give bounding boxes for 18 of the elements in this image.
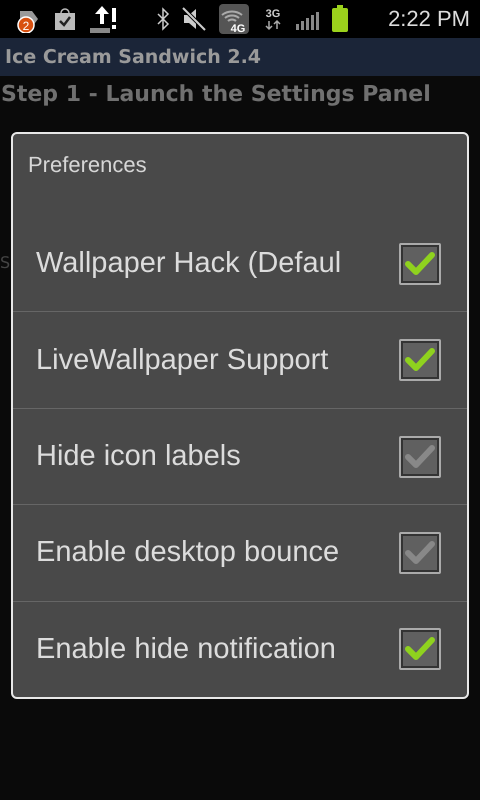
battery-icon	[331, 5, 349, 33]
app-title: Ice Cream Sandwich 2.4	[5, 46, 262, 68]
checkbox[interactable]	[399, 242, 441, 285]
checkbox[interactable]	[399, 628, 441, 670]
step-heading: Step 1 - Launch the Settings Panel	[0, 81, 432, 109]
wifi-4g-icon: 4G	[218, 3, 250, 35]
preference-label: Wallpaper Hack (Defaul	[36, 247, 342, 280]
muted-speaker-icon	[181, 6, 207, 32]
partial-text: S	[0, 253, 10, 272]
preference-label: LiveWallpaper Support	[36, 344, 330, 377]
bluetooth-icon	[156, 7, 170, 31]
shopping-bag-icon	[53, 6, 77, 32]
checkbox[interactable]	[399, 339, 441, 382]
preference-label: Enable hide notification	[36, 632, 337, 666]
clock-time: 2:22 PM	[388, 6, 470, 32]
preference-label: Hide icon labels	[36, 440, 242, 474]
dialog-title: Preferences	[28, 152, 147, 177]
preference-label: Enable desktop bounce	[36, 536, 340, 570]
